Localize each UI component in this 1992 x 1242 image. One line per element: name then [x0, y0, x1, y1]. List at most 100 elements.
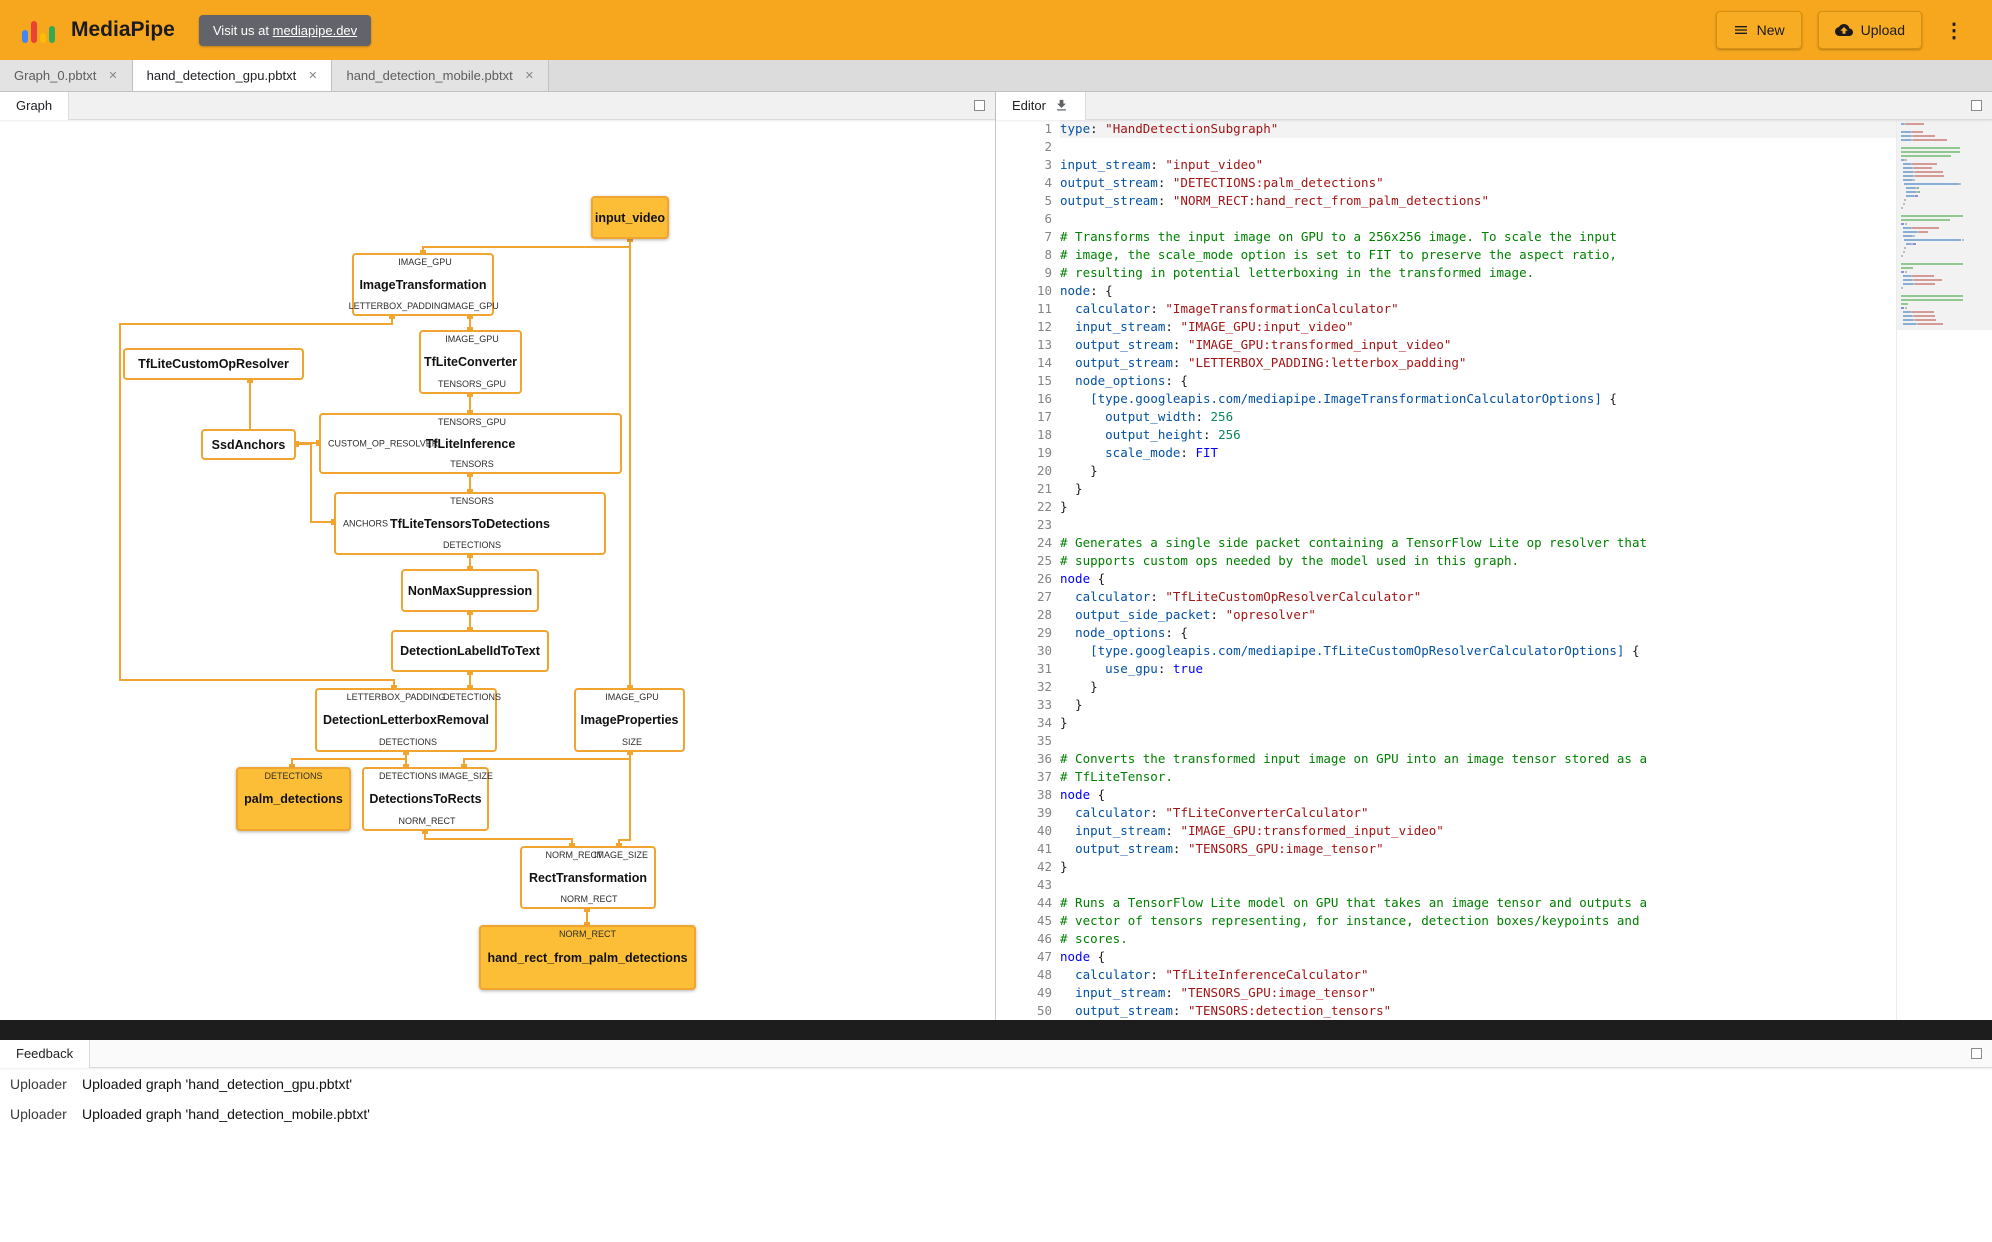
port-label: DETECTIONS	[442, 692, 502, 702]
code-line[interactable]: node {	[1060, 570, 1992, 588]
code-line[interactable]: # image, the scale_mode option is set to…	[1060, 246, 1992, 264]
code-line[interactable]: input_stream: "IMAGE_GPU:input_video"	[1060, 318, 1992, 336]
new-button[interactable]: New	[1715, 11, 1802, 49]
minimap-line	[1901, 271, 1988, 273]
graph-node-TfLiteInference[interactable]: TENSORS_GPU TENSORS CUSTOM_OP_RESOLVER TfLi…	[319, 413, 622, 474]
code-line[interactable]: # supports custom ops needed by the mode…	[1060, 552, 1992, 570]
graph-node-RectTransformation[interactable]: NORM_RECT IMAGE_SIZE NORM_RECT RectTransfor…	[520, 846, 656, 909]
code-line[interactable]: type: "HandDetectionSubgraph"	[1060, 120, 1992, 138]
minimap-line	[1901, 267, 1988, 269]
graph-node-NonMaxSuppression[interactable]: NonMaxSuppression	[401, 569, 539, 612]
code-line[interactable]: [type.googleapis.com/mediapipe.TfLiteCus…	[1060, 642, 1992, 660]
code-editor[interactable]: 1 2 3 4 5 6 7 8 9 10 11 12 13 14 15 16 17 18 19 20 21 22 23 24 2…	[996, 120, 1992, 1020]
code-line[interactable]: }	[1060, 678, 1992, 696]
close-tab-icon[interactable]: ✕	[108, 69, 117, 82]
code-line[interactable]: use_gpu: true	[1060, 660, 1992, 678]
code-line[interactable]: node {	[1060, 786, 1992, 804]
code-line[interactable]	[1060, 732, 1992, 750]
popout-icon[interactable]	[974, 100, 985, 111]
code-line[interactable]: }	[1060, 462, 1992, 480]
graph-edge	[422, 239, 631, 253]
code-line[interactable]: output_stream: "NORM_RECT:hand_rect_from…	[1060, 192, 1992, 210]
code-line[interactable]: }	[1060, 498, 1992, 516]
code-line[interactable]: [type.googleapis.com/mediapipe.ImageTran…	[1060, 390, 1992, 408]
code-line[interactable]: }	[1060, 714, 1992, 732]
code-line[interactable]: scale_mode: FIT	[1060, 444, 1992, 462]
more-options-icon[interactable]: ⋮	[1938, 14, 1970, 47]
download-icon[interactable]	[1054, 98, 1069, 113]
graph-node-ImageProperties[interactable]: IMAGE_GPU SIZE ImageProperties	[574, 688, 685, 752]
close-tab-icon[interactable]: ✕	[525, 69, 534, 82]
graph-node-DetectionsToRects[interactable]: DETECTIONS IMAGE_SIZE NORM_RECT DetectionsT…	[362, 767, 493, 831]
code-line[interactable]: output_stream: "LETTERBOX_PADDING:letter…	[1060, 354, 1992, 372]
graph-node-input_video[interactable]: input_video	[591, 196, 669, 239]
port-label: DETECTIONS	[264, 771, 323, 781]
code-line[interactable]: # resulting in potential letterboxing in…	[1060, 264, 1992, 282]
upload-button[interactable]: Upload	[1817, 11, 1922, 49]
code-line[interactable]: output_stream: "TENSORS:detection_tensor…	[1060, 1002, 1992, 1020]
code-line[interactable]: output_height: 256	[1060, 426, 1992, 444]
code-line[interactable]: # Converts the transformed input image o…	[1060, 750, 1992, 768]
node-label: hand_rect_from_palm_detections	[487, 950, 688, 965]
code-line[interactable]	[1060, 210, 1992, 228]
graph-node-hand_rect_from_palm_detections[interactable]: NORM_RECT hand_rect_from_palm_detections	[479, 925, 696, 990]
code-line[interactable]: calculator: "ImageTransformationCalculat…	[1060, 300, 1992, 318]
code-line[interactable]: # vector of tensors representing, for in…	[1060, 912, 1992, 930]
graph-node-TfLiteTensorsToDetections[interactable]: TENSORS DETECTIONS ANCHORS TfLiteTensorsToD…	[334, 492, 606, 555]
code-line[interactable]	[1060, 516, 1992, 534]
graph-tab[interactable]: Graph	[0, 91, 70, 120]
code-line[interactable]: input_stream: "input_video"	[1060, 156, 1992, 174]
graph-node-DetectionLabelIdToText[interactable]: DetectionLabelIdToText	[391, 630, 549, 672]
node-label: RectTransformation	[528, 870, 648, 885]
graph-node-TfLiteConverter[interactable]: IMAGE_GPU TENSORS_GPU TfLiteConverter	[419, 330, 522, 394]
code-line[interactable]: node_options: {	[1060, 372, 1992, 390]
code-line[interactable]: }	[1060, 480, 1992, 498]
file-tab[interactable]: Graph_0.pbtxt ✕	[0, 60, 133, 91]
minimap-line	[1901, 287, 1988, 289]
code-line[interactable]: input_stream: "TENSORS_GPU:image_tensor"	[1060, 984, 1992, 1002]
code-line[interactable]: }	[1060, 696, 1992, 714]
code-line[interactable]: calculator: "TfLiteInferenceCalculator"	[1060, 966, 1992, 984]
popout-icon[interactable]	[1971, 1048, 1982, 1059]
horizontal-divider[interactable]	[0, 1020, 1992, 1040]
line-number: 5	[1044, 193, 1052, 208]
code-line[interactable]: # TfLiteTensor.	[1060, 768, 1992, 786]
graph-node-palm_detections[interactable]: DETECTIONS palm_detections	[236, 767, 351, 831]
mediapipe-link[interactable]: mediapipe.dev	[273, 23, 358, 38]
graph-node-SsdAnchors[interactable]: SsdAnchors	[201, 429, 296, 460]
visit-badge[interactable]: Visit us at mediapipe.dev	[198, 14, 372, 46]
graph-node-TfLiteCustomOpResolver[interactable]: TfLiteCustomOpResolver	[123, 348, 304, 380]
code-line[interactable]: output_stream: "TENSORS_GPU:image_tensor…	[1060, 840, 1992, 858]
code-line[interactable]: output_stream: "DETECTIONS:palm_detectio…	[1060, 174, 1992, 192]
code-line[interactable]: node: {	[1060, 282, 1992, 300]
code-line[interactable]: calculator: "TfLiteCustomOpResolverCalcu…	[1060, 588, 1992, 606]
code-line[interactable]: # Transforms the input image on GPU to a…	[1060, 228, 1992, 246]
node-label: ImageTransformation	[359, 277, 487, 292]
minimap-line	[1901, 159, 1988, 161]
code-line[interactable]: output_stream: "IMAGE_GPU:transformed_in…	[1060, 336, 1992, 354]
line-number: 42	[1036, 859, 1052, 874]
code-lines[interactable]: type: "HandDetectionSubgraph" input_stre…	[1052, 120, 1992, 1020]
code-line[interactable]: # Generates a single side packet contain…	[1060, 534, 1992, 552]
code-line[interactable]: node {	[1060, 948, 1992, 966]
code-line[interactable]: # scores.	[1060, 930, 1992, 948]
file-tab[interactable]: hand_detection_gpu.pbtxt ✕	[132, 60, 333, 91]
code-line[interactable]: output_side_packet: "opresolver"	[1060, 606, 1992, 624]
editor-tab[interactable]: Editor	[996, 91, 1086, 120]
code-line[interactable]	[1060, 138, 1992, 156]
graph-node-ImageTransformation[interactable]: IMAGE_GPU LETTERBOX_PADDING IMAGE_GPU Image…	[349, 253, 499, 316]
code-line[interactable]	[1060, 876, 1992, 894]
graph-node-DetectionLetterboxRemoval[interactable]: LETTERBOX_PADDING DETECTIONS DETECTIONS Det…	[315, 688, 501, 752]
graph-canvas[interactable]: input_video IMAGE_GPU LETTERBOX_PADDING IMA…	[0, 120, 995, 1020]
code-line[interactable]: # Runs a TensorFlow Lite model on GPU th…	[1060, 894, 1992, 912]
code-line[interactable]: node_options: {	[1060, 624, 1992, 642]
code-line[interactable]: input_stream: "IMAGE_GPU:transformed_inp…	[1060, 822, 1992, 840]
feedback-tab[interactable]: Feedback	[0, 1039, 91, 1068]
close-tab-icon[interactable]: ✕	[308, 69, 317, 82]
file-tab[interactable]: hand_detection_mobile.pbtxt ✕	[332, 60, 549, 91]
code-line[interactable]: output_width: 256	[1060, 408, 1992, 426]
popout-icon[interactable]	[1971, 100, 1982, 111]
code-line[interactable]: }	[1060, 858, 1992, 876]
minimap[interactable]	[1896, 120, 1992, 1020]
code-line[interactable]: calculator: "TfLiteConverterCalculator"	[1060, 804, 1992, 822]
